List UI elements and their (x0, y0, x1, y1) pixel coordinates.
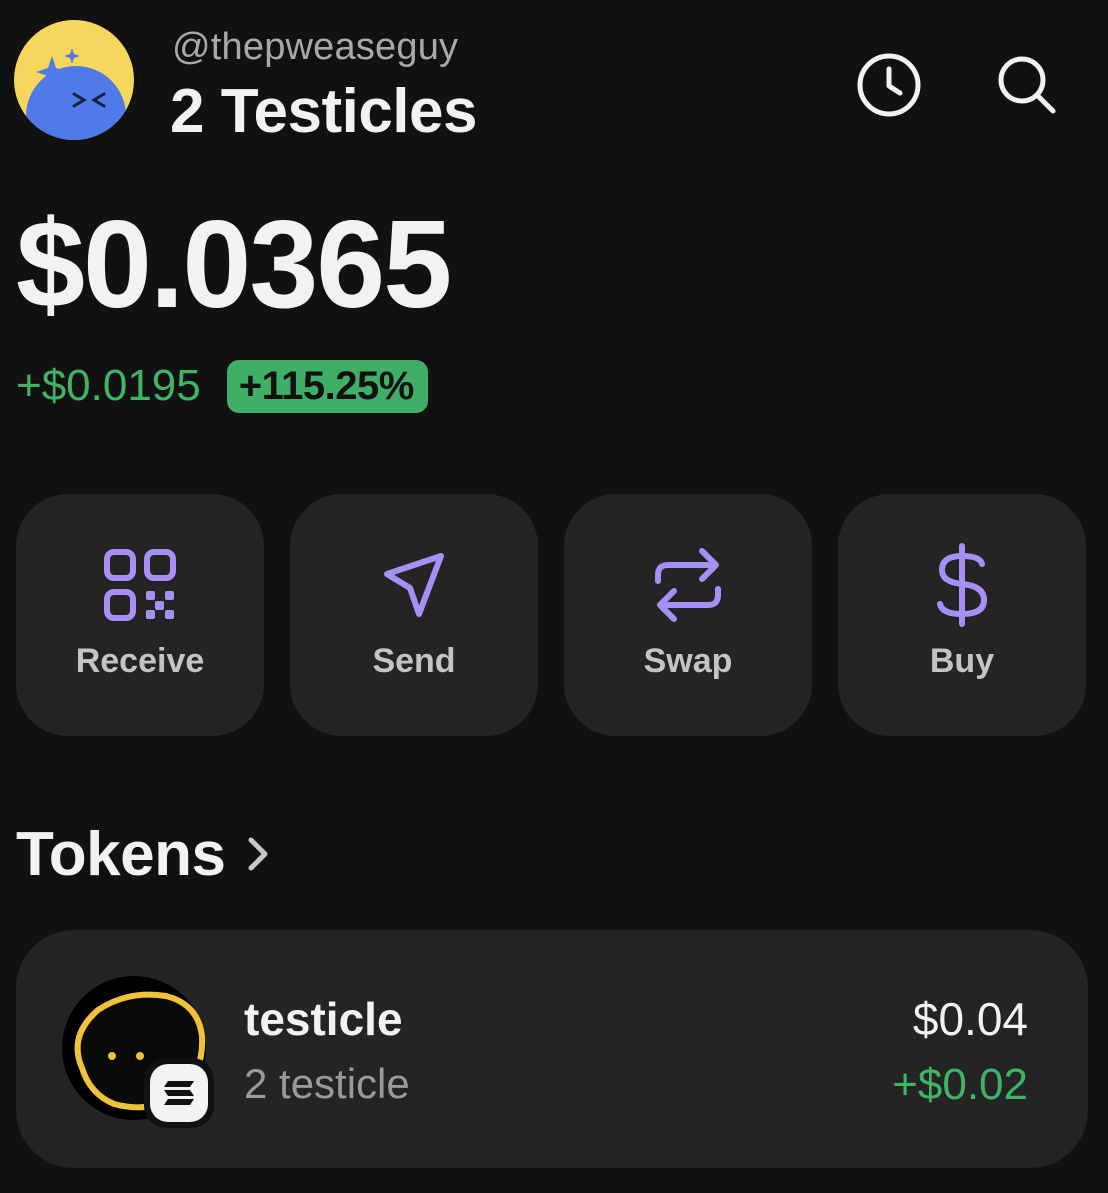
tokens-section-link[interactable]: Tokens (16, 816, 271, 892)
token-name: testicle (244, 993, 403, 1045)
search-button[interactable] (992, 50, 1062, 120)
balance-change-row: +$0.0195 +115.25% (16, 356, 428, 416)
search-icon (998, 56, 1056, 114)
token-quantity: 2 testicle (244, 1060, 410, 1107)
change-percent-badge: +115.25% (226, 359, 428, 413)
qr-code-icon (104, 549, 176, 621)
user-handle: @thepweaseguy (172, 26, 459, 68)
history-button[interactable] (854, 50, 924, 120)
total-balance: $0.0365 (16, 196, 452, 334)
token-value: $0.04 (912, 993, 1028, 1045)
token-row-testicle[interactable]: testicle 2 testicle $0.04 +$0.02 (16, 930, 1088, 1168)
buy-label: Buy (929, 642, 995, 680)
paper-plane-icon (384, 553, 444, 617)
avatar[interactable] (14, 20, 134, 140)
token-change: +$0.02 (892, 1060, 1028, 1109)
change-amount: +$0.0195 (16, 361, 201, 410)
solana-icon (164, 1081, 194, 1105)
action-buttons: Receive Send Swap Buy (16, 494, 1088, 736)
tokens-title: Tokens (16, 819, 226, 889)
swap-button[interactable]: Swap (564, 494, 812, 736)
clock-icon (857, 53, 921, 117)
dollar-sign-icon (937, 543, 988, 627)
swap-arrows-icon (655, 548, 721, 622)
wallet-name[interactable]: 2 Testicles (170, 76, 477, 147)
send-label: Send (372, 642, 456, 680)
wallet-header: @thepweaseguy 2 Testicles (14, 20, 1094, 147)
send-button[interactable]: Send (290, 494, 538, 736)
buy-button[interactable]: Buy (838, 494, 1086, 736)
receive-label: Receive (75, 642, 205, 680)
solana-chain-badge (144, 1058, 214, 1128)
receive-button[interactable]: Receive (16, 494, 264, 736)
swap-label: Swap (643, 642, 733, 680)
chevron-right-icon (248, 837, 268, 871)
